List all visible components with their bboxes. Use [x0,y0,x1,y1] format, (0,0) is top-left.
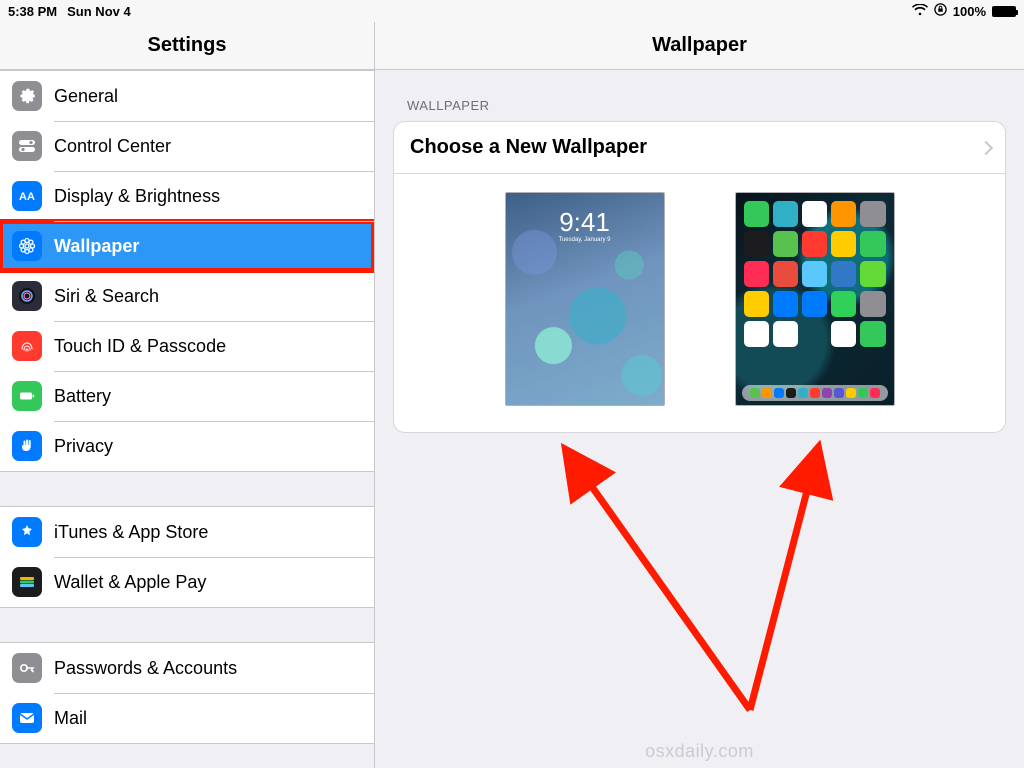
sidebar-item-siri[interactable]: Siri & Search [0,271,374,321]
wallpaper-card: Choose a New Wallpaper 9:41 Tuesday, Jan… [393,121,1006,433]
choose-new-wallpaper-label: Choose a New Wallpaper [410,136,647,159]
section-title: WALLPAPER [375,70,1024,121]
sidebar-item-itunes[interactable]: iTunes & App Store [0,507,374,557]
sidebar-item-mail[interactable]: Mail [0,693,374,743]
hand-icon [12,431,42,461]
sidebar-item-label: Wallpaper [54,236,139,257]
battery-icon [12,381,42,411]
dock-app-icon [858,388,868,398]
app-icon [744,231,769,257]
dock-app-icon [750,388,760,398]
wallet-icon [12,567,42,597]
dock-app-icon [822,388,832,398]
flower-icon [12,231,42,261]
app-icon [773,201,798,227]
battery-icon [992,6,1016,17]
status-date: Sun Nov 4 [67,4,131,19]
sidebar-item-general[interactable]: General [0,71,374,121]
sidebar-item-passwords[interactable]: Passwords & Accounts [0,643,374,693]
app-icon [744,261,769,287]
gear-icon [12,81,42,111]
statusbar: 5:38 PM Sun Nov 4 100% [0,0,1024,22]
sidebar-item-display[interactable]: AA Display & Brightness [0,171,374,221]
app-icon [831,201,856,227]
detail-title: Wallpaper [375,22,1024,69]
dock-app-icon [798,388,808,398]
lock-screen-preview[interactable]: 9:41 Tuesday, January 9 [505,192,665,406]
sidebar-item-label: General [54,86,118,107]
sidebar-item-wallpaper[interactable]: Wallpaper [0,221,374,271]
orientation-lock-icon [934,3,947,19]
app-icon [802,201,827,227]
app-icon [802,321,827,347]
app-icon [773,291,798,317]
dock-app-icon [846,388,856,398]
app-icon [860,201,885,227]
dock-app-icon [834,388,844,398]
status-time: 5:38 PM [8,4,57,19]
app-icon [831,231,856,257]
key-icon [12,653,42,683]
app-icon [860,291,885,317]
appstore-icon [12,517,42,547]
home-dock [742,385,888,401]
app-icon [802,261,827,287]
dock-app-icon [786,388,796,398]
app-icon [773,231,798,257]
sidebar-item-label: Passwords & Accounts [54,658,237,679]
app-icon [860,261,885,287]
brightness-icon: AA [12,181,42,211]
sidebar-item-label: Battery [54,386,111,407]
sidebar-item-label: iTunes & App Store [54,522,208,543]
header-bar: Settings Wallpaper [0,22,1024,70]
sidebar-item-touchid[interactable]: Touch ID & Passcode [0,321,374,371]
app-icon [744,321,769,347]
app-icon [831,291,856,317]
home-screen-preview[interactable] [735,192,895,406]
sidebar-item-control[interactable]: Control Center [0,121,374,171]
sidebar-item-label: Privacy [54,436,113,457]
app-icon [773,321,798,347]
wifi-icon [912,4,928,19]
dock-app-icon [762,388,772,398]
sidebar-item-label: Wallet & Apple Pay [54,572,206,593]
app-icon [860,321,885,347]
sidebar-item-label: Display & Brightness [54,186,220,207]
app-icon [773,261,798,287]
app-icon [860,231,885,257]
dock-app-icon [870,388,880,398]
app-icon [831,321,856,347]
wallpaper-previews: 9:41 Tuesday, January 9 [394,174,1005,432]
app-icon [744,201,769,227]
lock-date: Tuesday, January 9 [506,237,664,243]
sidebar-item-wallet[interactable]: Wallet & Apple Pay [0,557,374,607]
dock-app-icon [810,388,820,398]
choose-new-wallpaper-row[interactable]: Choose a New Wallpaper [394,122,1005,174]
switch-icon [12,131,42,161]
fingerprint-icon [12,331,42,361]
sidebar-item-battery[interactable]: Battery [0,371,374,421]
app-icon [831,261,856,287]
svg-text:AA: AA [19,191,35,203]
app-icon [802,231,827,257]
sidebar-item-privacy[interactable]: Privacy [0,421,374,471]
sidebar-item-label: Mail [54,708,87,729]
dock-app-icon [774,388,784,398]
app-icon [744,291,769,317]
app-icon [802,291,827,317]
siri-icon [12,281,42,311]
battery-pct: 100% [953,4,986,19]
chevron-right-icon [979,140,993,154]
watermark: osxdaily.com [645,741,754,762]
sidebar-item-label: Control Center [54,136,171,157]
wallpaper-detail-pane: WALLPAPER Choose a New Wallpaper 9:41 Tu… [375,70,1024,768]
lock-screen-clock: 9:41 Tuesday, January 9 [506,209,664,243]
sidebar-item-label: Touch ID & Passcode [54,336,226,357]
lock-time: 9:41 [506,209,664,235]
settings-sidebar[interactable]: General Control Center AA Display & Brightn… [0,70,375,768]
home-app-grid [744,201,886,383]
mail-icon [12,703,42,733]
sidebar-item-label: Siri & Search [54,286,159,307]
sidebar-title: Settings [0,22,375,69]
